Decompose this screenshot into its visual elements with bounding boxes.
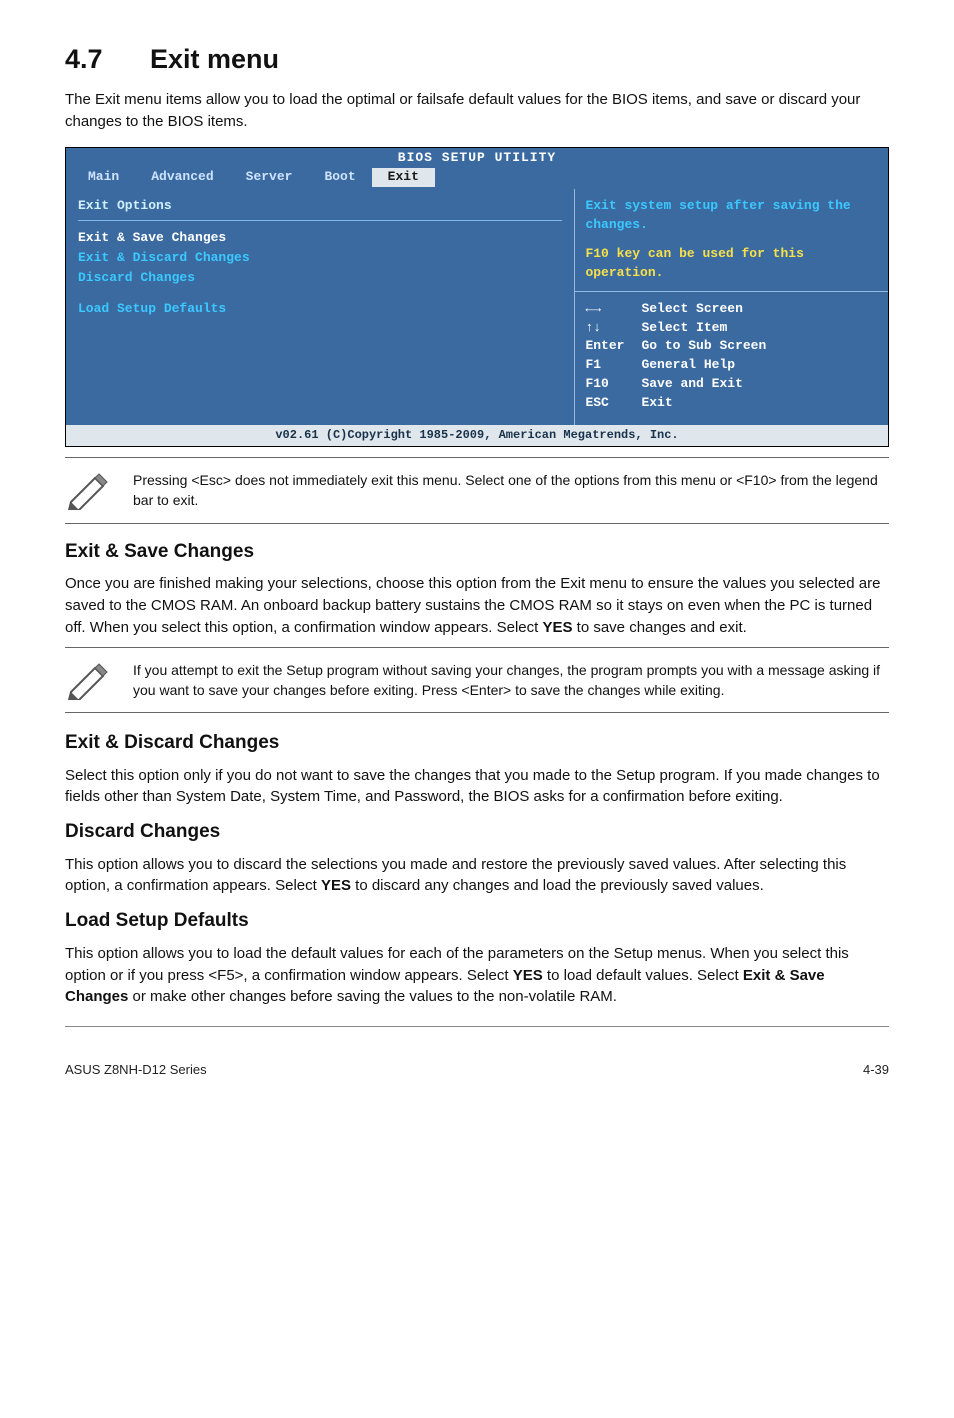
bios-tab-main[interactable]: Main (72, 168, 135, 187)
heading-exit-save: Exit & Save Changes (65, 538, 889, 566)
bios-nav-legend: ←→Select Screen ↑↓Select Item EnterGo to… (575, 291, 888, 425)
bios-help-line2: F10 key can be used for this operation. (585, 245, 878, 283)
note-block-1: Pressing <Esc> does not immediately exit… (65, 457, 889, 524)
bios-item-load-defaults[interactable]: Load Setup Defaults (78, 300, 562, 319)
nav-label: Save and Exit (641, 375, 742, 394)
footer-right: 4-39 (863, 1061, 889, 1080)
bios-screenshot: BIOS SETUP UTILITY Main Advanced Server … (65, 147, 889, 448)
nav-label: Select Screen (641, 300, 742, 319)
nav-key: Enter (585, 337, 641, 356)
note-text-2: If you attempt to exit the Setup program… (133, 660, 889, 701)
nav-label: General Help (641, 356, 735, 375)
intro-paragraph: The Exit menu items allow you to load th… (65, 89, 889, 133)
bios-item-exit-save[interactable]: Exit & Save Changes (78, 229, 562, 248)
nav-key: F10 (585, 375, 641, 394)
body-exit-save: Once you are finished making your select… (65, 573, 889, 638)
bios-item-exit-discard[interactable]: Exit & Discard Changes (78, 249, 562, 268)
heading-defaults: Load Setup Defaults (65, 907, 889, 935)
nav-key: ESC (585, 394, 641, 413)
heading-exit-discard: Exit & Discard Changes (65, 729, 889, 757)
bios-left-heading: Exit Options (78, 197, 562, 216)
page-footer: ASUS Z8NH-D12 Series 4-39 (65, 1061, 889, 1080)
nav-label: Exit (641, 394, 672, 413)
bios-help-line1: Exit system setup after saving the chang… (585, 197, 878, 235)
nav-label: Select Item (641, 319, 727, 338)
bios-right-pane: Exit system setup after saving the chang… (574, 189, 888, 424)
nav-label: Go to Sub Screen (641, 337, 766, 356)
bios-tab-row: Main Advanced Server Boot Exit (66, 168, 888, 189)
pencil-icon (65, 660, 111, 700)
body-exit-discard: Select this option only if you do not wa… (65, 765, 889, 809)
footer-left: ASUS Z8NH-D12 Series (65, 1061, 207, 1080)
bios-tab-server[interactable]: Server (230, 168, 309, 187)
body-discard: This option allows you to discard the se… (65, 854, 889, 898)
note-block-2: If you attempt to exit the Setup program… (65, 647, 889, 714)
bios-tab-advanced[interactable]: Advanced (135, 168, 229, 187)
bios-help-text: Exit system setup after saving the chang… (575, 189, 888, 290)
bios-titlebar: BIOS SETUP UTILITY (66, 148, 888, 169)
nav-key: ←→ (585, 300, 641, 319)
section-number: 4.7 (65, 40, 150, 79)
bios-divider (78, 220, 562, 221)
heading-discard: Discard Changes (65, 818, 889, 846)
pencil-icon (65, 470, 111, 510)
bios-tab-exit[interactable]: Exit (372, 168, 435, 187)
bios-footer: v02.61 (C)Copyright 1985-2009, American … (66, 425, 888, 446)
bios-left-pane: Exit Options Exit & Save Changes Exit & … (66, 189, 574, 424)
nav-key: ↑↓ (585, 319, 641, 338)
bios-tab-boot[interactable]: Boot (308, 168, 371, 187)
section-heading: 4.7Exit menu (65, 40, 889, 79)
section-title-text: Exit menu (150, 44, 279, 74)
note-text-1: Pressing <Esc> does not immediately exit… (133, 470, 889, 511)
nav-key: F1 (585, 356, 641, 375)
bios-item-discard[interactable]: Discard Changes (78, 269, 562, 288)
body-defaults: This option allows you to load the defau… (65, 943, 889, 1008)
